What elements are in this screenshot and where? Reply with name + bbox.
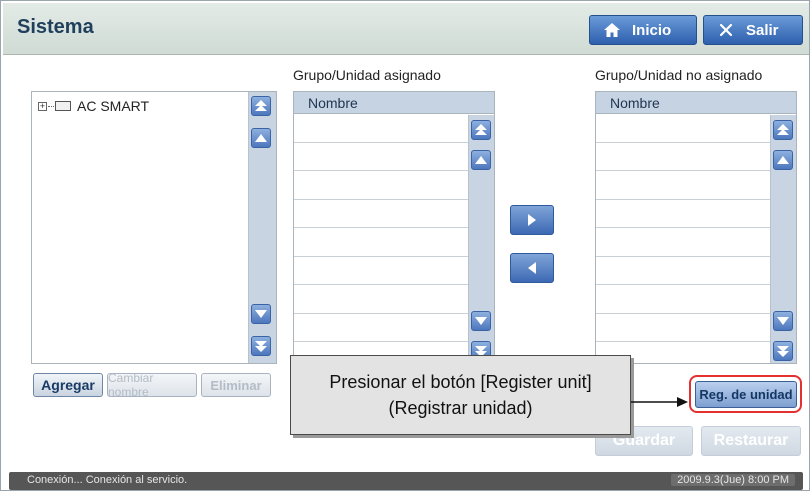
- callout-arrow-icon: [631, 397, 688, 407]
- list-row[interactable]: [294, 257, 494, 285]
- status-message: Conexión... Conexión al servicio.: [27, 474, 188, 486]
- scroll-up-button[interactable]: [251, 128, 271, 148]
- assigned-title: Grupo/Unidad asignado: [293, 67, 441, 83]
- double-down-icon: [777, 346, 789, 357]
- exit-button[interactable]: Salir: [703, 15, 803, 45]
- highlight-box: [689, 375, 802, 413]
- list-row[interactable]: [294, 171, 494, 200]
- tree-connector: [48, 105, 54, 107]
- folder-icon: [55, 101, 71, 111]
- expand-icon[interactable]: +: [38, 101, 47, 111]
- scroll-bottom-button[interactable]: [251, 336, 271, 356]
- scroll-top-button[interactable]: [251, 96, 271, 116]
- home-label: Inicio: [632, 21, 672, 39]
- assigned-list[interactable]: Nombre: [293, 91, 495, 357]
- instruction-callout: Presionar el botón [Register unit] (Regi…: [290, 355, 631, 435]
- tree-root-node[interactable]: + AC SMART: [38, 98, 149, 114]
- callout-line-2: (Registrar unidad): [388, 398, 533, 418]
- move-right-button[interactable]: [510, 205, 554, 235]
- list-row[interactable]: [596, 257, 796, 285]
- right-arrow-icon: [528, 214, 536, 226]
- scroll-up-button[interactable]: [471, 150, 491, 170]
- double-down-icon: [255, 341, 267, 352]
- unassigned-scrollbar[interactable]: [770, 115, 796, 363]
- unassigned-list[interactable]: Nombre: [595, 91, 797, 364]
- scroll-bottom-button[interactable]: [773, 341, 793, 361]
- home-button[interactable]: Inicio: [589, 15, 697, 45]
- scroll-down-button[interactable]: [471, 311, 491, 331]
- add-button[interactable]: Agregar: [33, 373, 103, 397]
- list-row[interactable]: [596, 228, 796, 257]
- list-row[interactable]: [596, 200, 796, 228]
- list-row[interactable]: [294, 314, 494, 342]
- assigned-column-header: Nombre: [294, 92, 494, 114]
- rename-button[interactable]: Cambiar nombre: [107, 371, 197, 399]
- scroll-top-button[interactable]: [471, 120, 491, 140]
- scroll-up-button[interactable]: [773, 150, 793, 170]
- app-window: Sistema Inicio Salir + AC SMART Grupo/Un…: [0, 0, 810, 491]
- list-row[interactable]: [294, 114, 494, 143]
- scroll-down-button[interactable]: [251, 304, 271, 324]
- delete-button[interactable]: Eliminar: [201, 373, 271, 397]
- down-icon: [255, 310, 267, 318]
- list-row[interactable]: [596, 314, 796, 342]
- scroll-top-button[interactable]: [773, 120, 793, 140]
- header-bar: Sistema Inicio Salir: [3, 3, 809, 55]
- list-row[interactable]: [294, 200, 494, 228]
- unassigned-title: Grupo/Unidad no asignado: [595, 67, 763, 83]
- up-icon: [255, 134, 267, 142]
- double-up-icon: [777, 124, 789, 135]
- unassigned-column-header: Nombre: [596, 92, 796, 114]
- assigned-scrollbar[interactable]: [468, 115, 494, 356]
- close-icon: [712, 23, 740, 37]
- home-icon: [598, 22, 626, 38]
- exit-label: Salir: [746, 21, 779, 39]
- double-up-icon: [475, 124, 487, 135]
- down-icon: [777, 317, 789, 325]
- status-bar: Conexión... Conexión al servicio. 2009.9…: [9, 472, 803, 490]
- up-icon: [475, 156, 487, 164]
- tree-root-label: AC SMART: [77, 98, 150, 114]
- status-datetime: 2009.9.3(Jue) 8:00 PM: [671, 474, 795, 486]
- list-row[interactable]: [294, 285, 494, 314]
- list-row[interactable]: [596, 143, 796, 171]
- page-title: Sistema: [17, 16, 94, 38]
- move-left-button[interactable]: [510, 253, 554, 283]
- list-row[interactable]: [596, 285, 796, 314]
- down-icon: [475, 317, 487, 325]
- double-up-icon: [255, 100, 267, 111]
- scroll-down-button[interactable]: [773, 311, 793, 331]
- list-row[interactable]: [294, 143, 494, 171]
- callout-line-1: Presionar el botón [Register unit]: [329, 372, 592, 392]
- up-icon: [777, 156, 789, 164]
- tree-scrollbar[interactable]: [248, 92, 276, 363]
- restore-button[interactable]: Restaurar: [701, 426, 801, 456]
- left-arrow-icon: [528, 262, 536, 274]
- list-row[interactable]: [596, 171, 796, 200]
- list-row[interactable]: [596, 114, 796, 143]
- list-row[interactable]: [294, 228, 494, 257]
- group-tree[interactable]: + AC SMART: [31, 91, 277, 364]
